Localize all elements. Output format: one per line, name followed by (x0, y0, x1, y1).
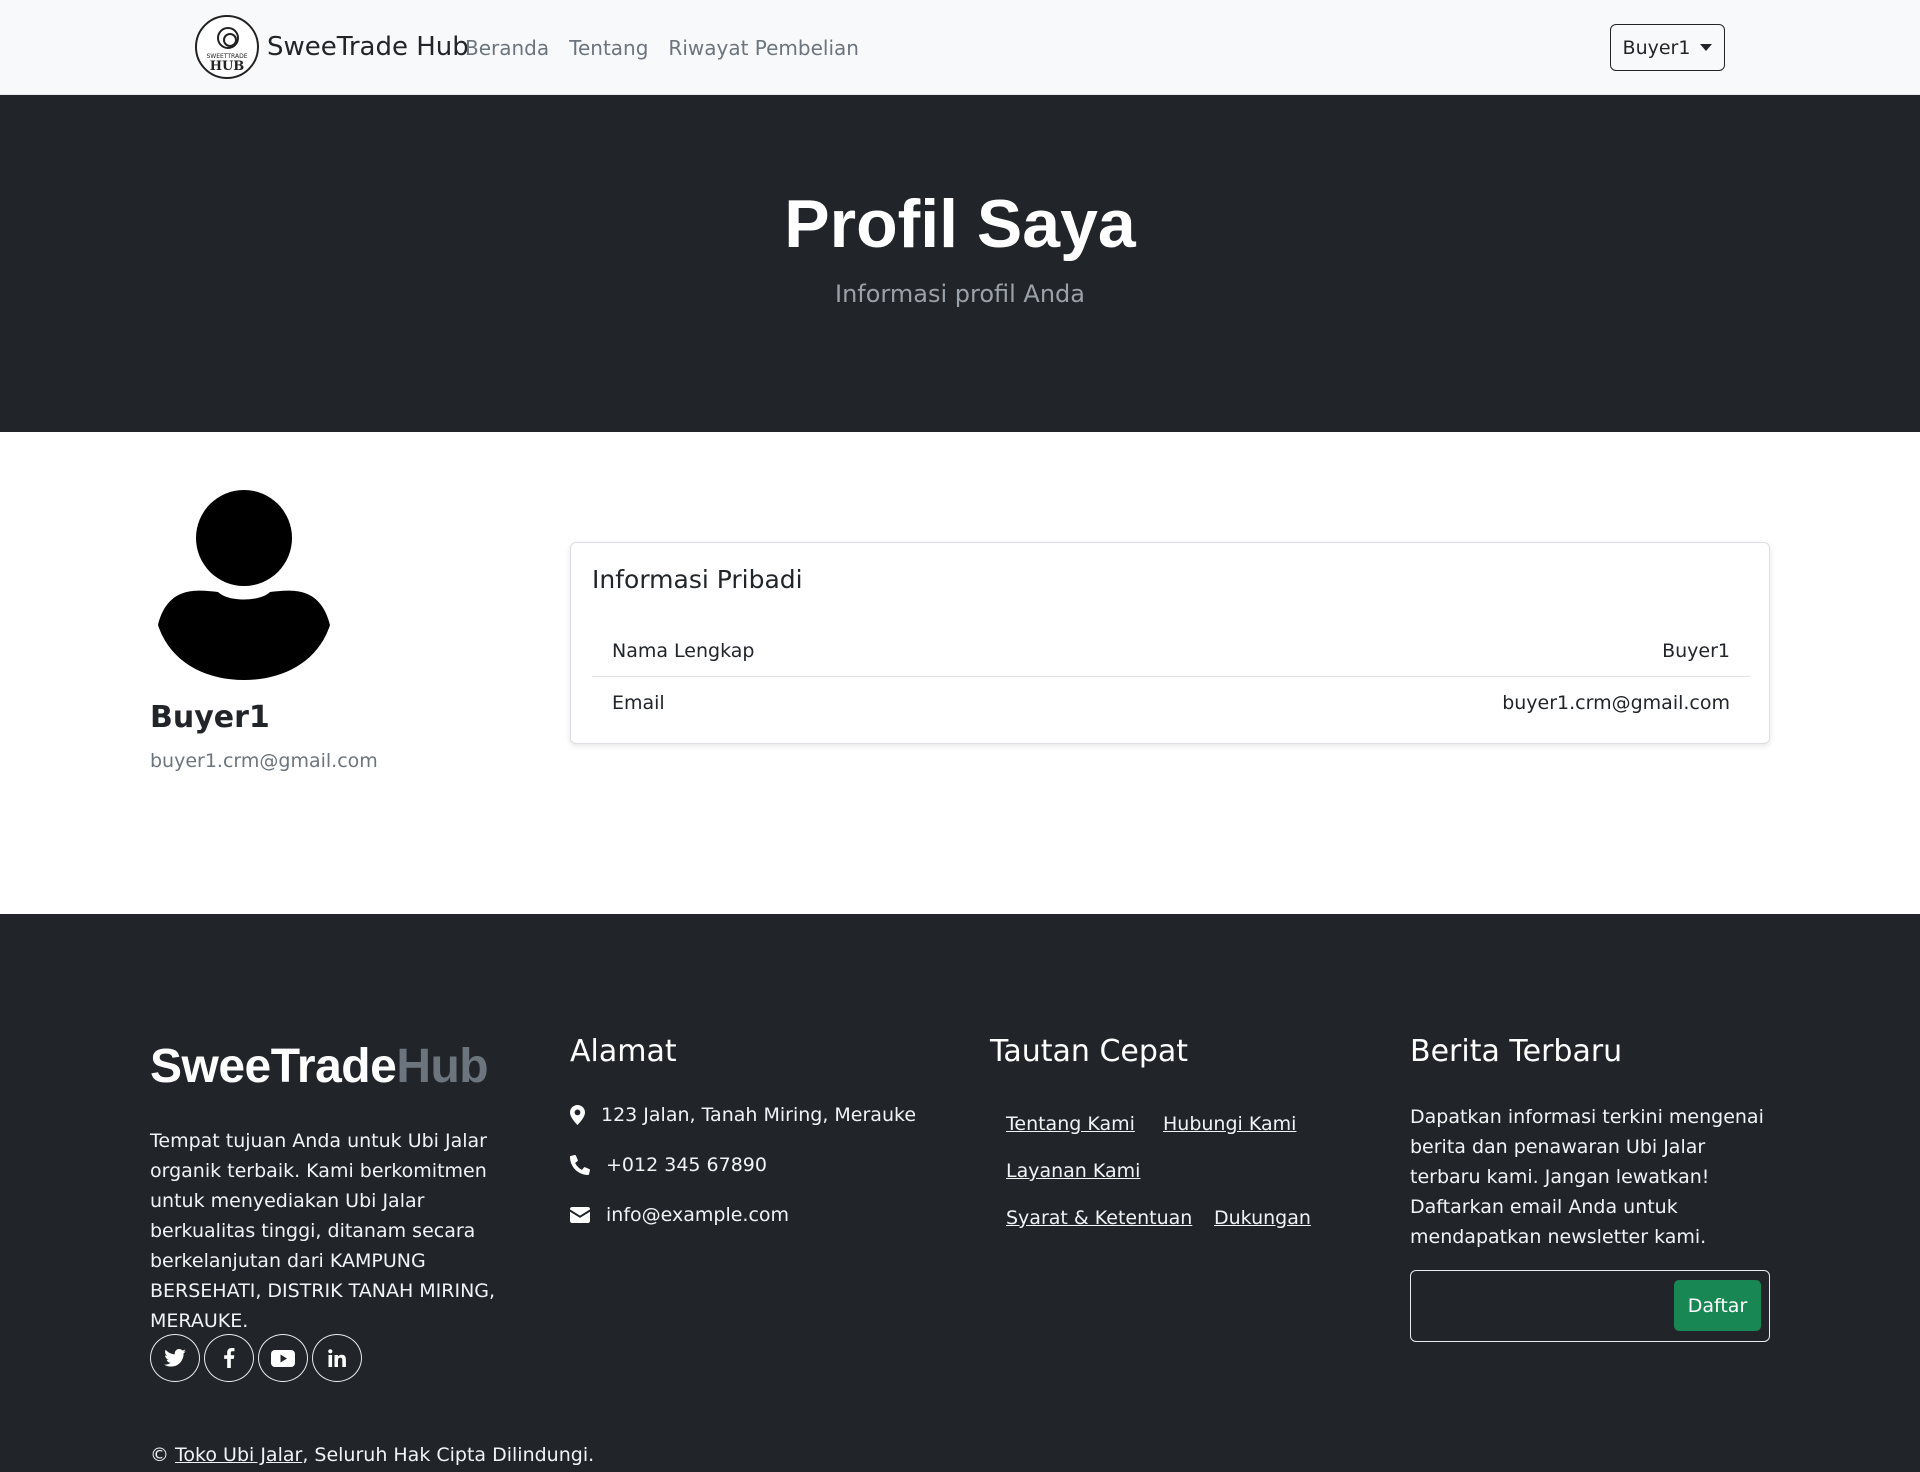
address-item: 123 Jalan, Tanah Miring, Merauke (570, 1104, 916, 1126)
footer-description: Tempat tujuan Anda untuk Ubi Jalar organ… (150, 1130, 496, 1332)
nav-link-tentang[interactable]: Tentang (569, 36, 648, 60)
profile-name: Buyer1 (150, 700, 270, 735)
info-value: Buyer1 (1662, 640, 1730, 662)
copyright: © Toko Ubi Jalar, Seluruh Hak Cipta Dili… (150, 1444, 594, 1466)
subscribe-button[interactable]: Daftar (1674, 1280, 1761, 1331)
nav-link-riwayat-pembelian[interactable]: Riwayat Pembelian (668, 36, 859, 60)
caret-down-icon (1700, 44, 1713, 51)
brand[interactable]: SWEETTRADE HUB SweeTrade Hub (195, 15, 469, 79)
brand-logo: SWEETTRADE HUB (195, 15, 259, 79)
info-value: buyer1.crm@gmail.com (1502, 691, 1730, 714)
brand-name[interactable]: SweeTrade Hub (267, 32, 469, 62)
user-dropdown-label: Buyer1 (1622, 36, 1691, 59)
quick-link-hubungi-kami[interactable]: Hubungi Kami (1163, 1113, 1296, 1135)
info-label: Email (612, 691, 665, 714)
email-text: info@example.com (606, 1204, 790, 1226)
newsletter-email-input[interactable] (1421, 1281, 1671, 1331)
copyright-symbol: © (150, 1444, 169, 1466)
nav-links: Beranda Tentang Riwayat Pembelian (465, 36, 879, 60)
personal-info-card: Informasi Pribadi Nama Lengkap Buyer1 Em… (570, 542, 1770, 744)
email-item: info@example.com (570, 1204, 789, 1226)
page-subtitle: Informasi profil Anda (835, 280, 1085, 308)
phone-text: +012 345 67890 (606, 1154, 767, 1176)
logo-big-text: HUB (209, 59, 245, 74)
newsletter-description: Dapatkan informasi terkini mengenai beri… (1410, 1106, 1764, 1248)
envelope-icon (570, 1207, 590, 1223)
facebook-icon[interactable] (204, 1334, 254, 1382)
footer-logo-part1: SweeTrade (150, 1040, 397, 1093)
info-row-email: Email buyer1.crm@gmail.com (592, 677, 1750, 728)
user-dropdown-button[interactable]: Buyer1 (1610, 24, 1725, 71)
newsletter-title: Berita Terbaru (1410, 1034, 1623, 1069)
copyright-link[interactable]: Toko Ubi Jalar (175, 1444, 302, 1466)
footer-logo: SweeTradeHub (150, 1039, 489, 1094)
address-text: 123 Jalan, Tanah Miring, Merauke (601, 1104, 917, 1126)
profile-email: buyer1.crm@gmail.com (150, 750, 378, 772)
copyright-text: , Seluruh Hak Cipta Dilindungi. (302, 1444, 595, 1466)
linkedin-icon[interactable] (312, 1334, 362, 1382)
map-marker-icon (570, 1105, 585, 1125)
address-title: Alamat (570, 1034, 677, 1069)
quick-links-title: Tautan Cepat (990, 1034, 1189, 1069)
hero-banner: Profil Saya Informasi profil Anda (0, 95, 1920, 432)
quick-link-tentang-kami[interactable]: Tentang Kami (1006, 1113, 1135, 1135)
phone-icon (570, 1155, 590, 1175)
footer: SweeTradeHub Tempat tujuan Anda untuk Ub… (0, 914, 1920, 1472)
navbar: SWEETTRADE HUB SweeTrade Hub Beranda Ten… (0, 0, 1920, 95)
page-title: Profil Saya (784, 186, 1136, 262)
fingerprint-icon (217, 27, 239, 49)
nav-link-beranda[interactable]: Beranda (465, 36, 549, 60)
info-row-full-name: Nama Lengkap Buyer1 (592, 626, 1750, 677)
quick-link-dukungan[interactable]: Dukungan (1214, 1207, 1311, 1229)
quick-link-syarat-ketentuan[interactable]: Syarat & Ketentuan (1006, 1207, 1192, 1229)
youtube-icon[interactable] (258, 1334, 308, 1382)
info-label: Nama Lengkap (612, 640, 755, 662)
user-avatar-icon (158, 490, 330, 680)
footer-logo-part2: Hub (396, 1040, 489, 1093)
quick-link-layanan-kami[interactable]: Layanan Kami (1006, 1160, 1140, 1182)
newsletter-form: Daftar (1410, 1270, 1770, 1342)
twitter-icon[interactable] (150, 1334, 200, 1382)
card-title: Informasi Pribadi (592, 565, 803, 594)
phone-item: +012 345 67890 (570, 1154, 767, 1176)
social-links (150, 1334, 366, 1382)
